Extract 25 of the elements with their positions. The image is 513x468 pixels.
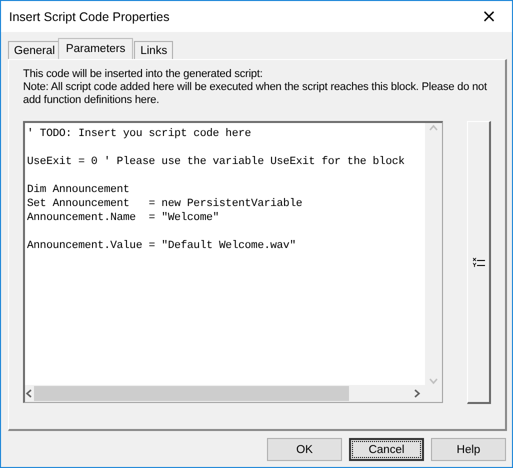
code-line: Dim Announcement	[27, 183, 130, 197]
code-line: Set Announcement = new PersistentVariable	[27, 197, 304, 211]
tab[interactable]: Parameters	[58, 38, 134, 59]
horizontal-scrollbar[interactable]	[25, 385, 426, 402]
vertical-scrollbar[interactable]	[425, 123, 442, 385]
window-title: Insert Script Code Properties	[9, 10, 170, 24]
dialog-button[interactable]: OK	[267, 438, 342, 461]
scroll-up-icon[interactable]	[429, 123, 438, 132]
tab[interactable]: Links	[134, 41, 174, 59]
description-text: Note: All script code added here will be executed when the script reaches this block. Please do not add function definitions here.	[23, 81, 488, 107]
description-text: This code will be inserted into the generated script:	[23, 68, 264, 81]
dialog-button[interactable]: Cancel	[349, 438, 424, 461]
code-line: Announcement.Value = "Default Welcome.wav"	[27, 239, 297, 253]
code-editor[interactable]	[23, 121, 444, 403]
insert-variable-button[interactable]	[467, 121, 491, 404]
code-line: UseExit = 0 ' Please use the variable UseExit for the block	[27, 155, 406, 169]
scroll-down-icon[interactable]	[429, 376, 438, 385]
tab[interactable]: General	[8, 41, 61, 59]
scroll-left-icon[interactable]	[25, 389, 34, 398]
dialog-button[interactable]: Help	[431, 438, 506, 461]
variable-list-icon	[472, 256, 485, 268]
code-line: ' TODO: Insert you script code here	[27, 127, 252, 141]
scroll-right-icon[interactable]	[412, 389, 422, 398]
code-line: Announcement.Name = "Welcome"	[27, 211, 220, 225]
scrollbar-thumb[interactable]	[34, 386, 349, 401]
